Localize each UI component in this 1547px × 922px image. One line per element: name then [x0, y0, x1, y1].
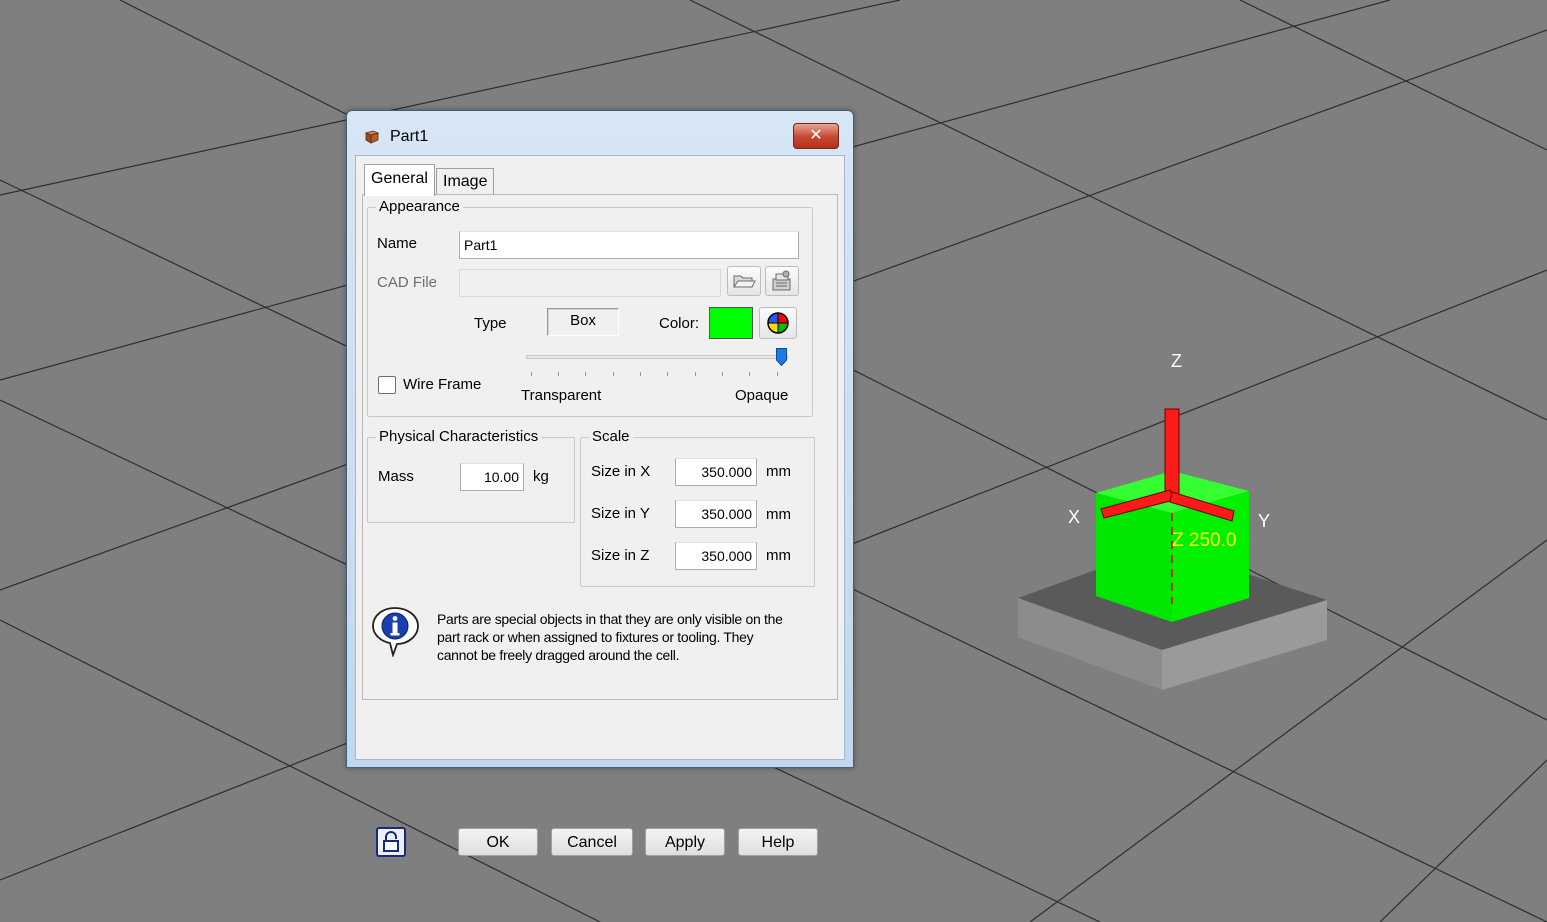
- color-picker-button[interactable]: [759, 307, 797, 339]
- size-x-input[interactable]: [675, 458, 757, 486]
- name-input[interactable]: [459, 231, 799, 259]
- close-icon: ✕: [809, 127, 823, 144]
- info-text: Parts are special objects in that they a…: [437, 611, 783, 663]
- slider-max-label: Opaque: [735, 387, 789, 404]
- size-x-unit: mm: [766, 463, 791, 480]
- color-label: Color:: [659, 315, 700, 332]
- physical-group-title: Physical Characteristics: [376, 428, 542, 445]
- apply-button[interactable]: Apply: [645, 828, 725, 856]
- dialog-title: Part1: [390, 128, 429, 145]
- size-z-unit: mm: [766, 547, 791, 564]
- mass-unit: kg: [533, 468, 549, 485]
- part-icon: [364, 130, 380, 144]
- wireframe-label: Wire Frame: [403, 376, 482, 393]
- general-tab-panel: Appearance Name CAD File: [362, 194, 838, 700]
- y-axis-label: Y: [1258, 511, 1270, 531]
- type-value: Box: [547, 308, 619, 336]
- size-y-label: Size in Y: [591, 505, 650, 522]
- help-button[interactable]: Help: [738, 828, 818, 856]
- color-wheel-icon: [767, 312, 789, 334]
- folder-open-icon: [733, 275, 756, 288]
- size-z-label: Size in Z: [591, 547, 650, 564]
- z-axis-bar: [1164, 408, 1180, 498]
- close-button[interactable]: ✕: [793, 123, 839, 149]
- ok-button[interactable]: OK: [458, 828, 538, 856]
- scale-group-title: Scale: [589, 428, 633, 445]
- color-swatch[interactable]: [709, 307, 753, 339]
- type-label: Type: [474, 315, 507, 332]
- mass-input[interactable]: [460, 463, 524, 491]
- browse-folder-button[interactable]: [727, 266, 761, 296]
- cad-file-input: [459, 269, 721, 297]
- tab-general[interactable]: General: [364, 164, 435, 196]
- part-3d-model[interactable]: Z X Y Z 250.0: [1018, 351, 1327, 690]
- x-axis-label: X: [1068, 507, 1080, 527]
- dialog-client-area: General Image Appearance Name CAD File: [355, 155, 845, 857]
- z-axis-label: Z: [1171, 351, 1182, 371]
- cad-library-icon: [772, 270, 791, 291]
- cad-library-button[interactable]: [765, 266, 799, 296]
- part-properties-dialog[interactable]: Part1 ✕ General Image Appearance Name CA…: [346, 110, 854, 857]
- slider-min-label: Transparent: [521, 387, 602, 404]
- size-z-input[interactable]: [675, 542, 757, 570]
- dialog-titlebar[interactable]: Part1 ✕: [347, 111, 853, 155]
- wireframe-checkbox[interactable]: [378, 376, 396, 394]
- mass-label: Mass: [378, 468, 414, 485]
- size-y-unit: mm: [766, 506, 791, 523]
- size-y-input[interactable]: [675, 500, 757, 528]
- tab-image[interactable]: Image: [436, 168, 495, 195]
- cancel-button[interactable]: Cancel: [551, 828, 633, 856]
- opacity-slider-thumb[interactable]: [776, 348, 787, 366]
- name-label: Name: [377, 235, 418, 252]
- opacity-slider[interactable]: [526, 355, 788, 359]
- info-icon: [372, 607, 419, 657]
- lock-icon: [383, 831, 399, 852]
- measure-label: Z 250.0: [1172, 530, 1236, 551]
- cad-file-label: CAD File: [377, 274, 438, 291]
- appearance-group-title: Appearance: [376, 198, 463, 215]
- size-x-label: Size in X: [591, 463, 651, 480]
